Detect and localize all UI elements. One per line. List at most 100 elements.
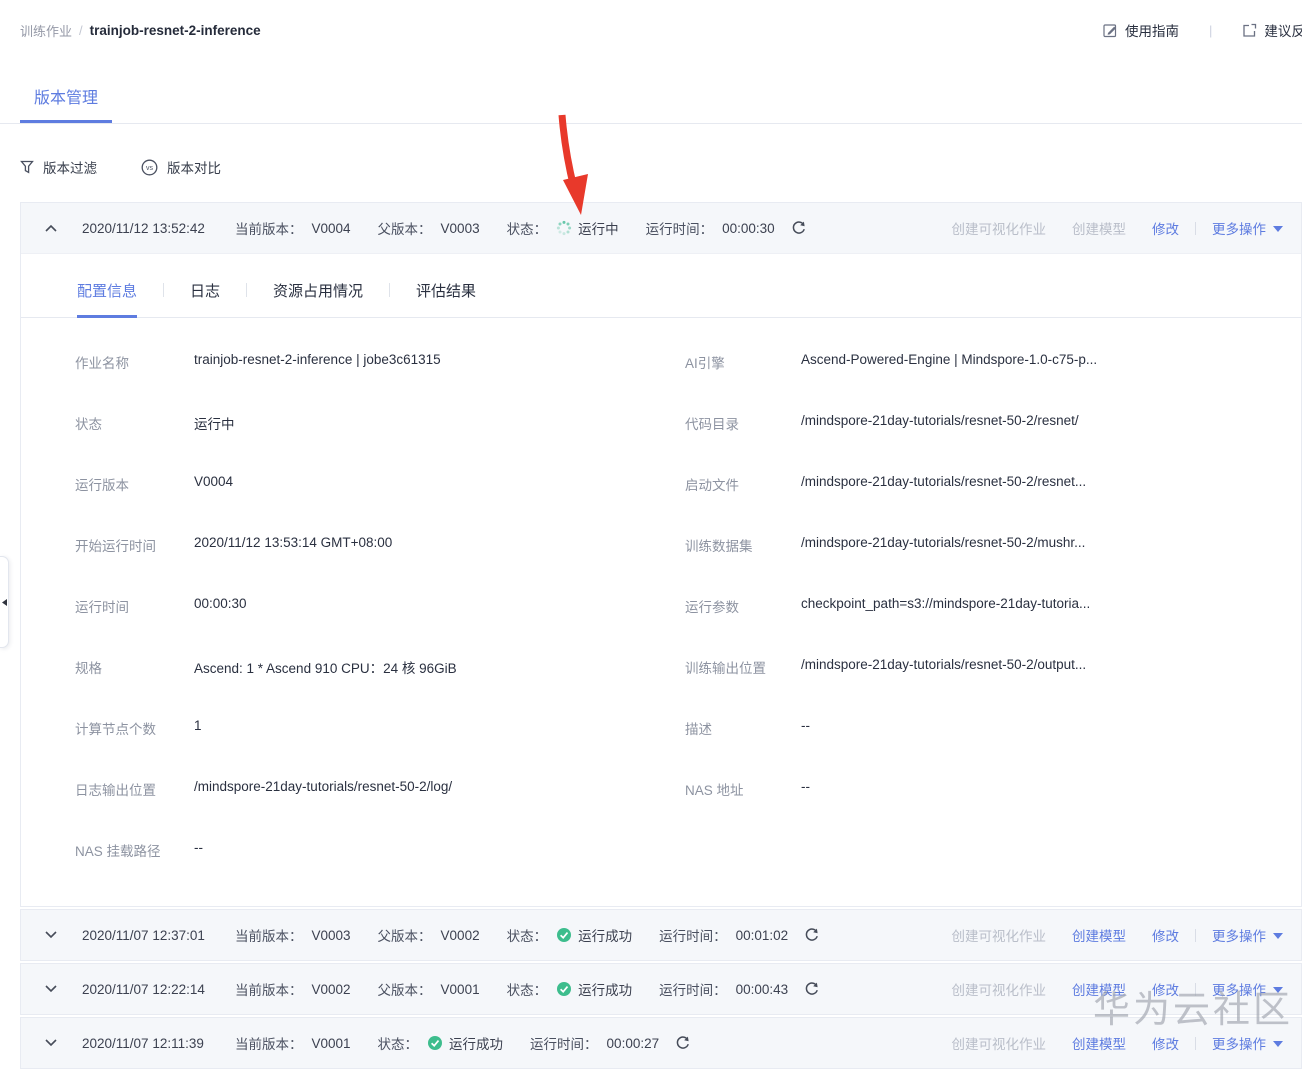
status-text: 运行中: [578, 222, 619, 237]
actions-divider: [1195, 928, 1196, 942]
expand-chevron-down-icon[interactable]: [44, 1037, 59, 1049]
success-check-icon: [427, 1035, 443, 1051]
refresh-icon[interactable]: [675, 1035, 691, 1051]
usage-guide-link[interactable]: 使用指南: [1103, 20, 1179, 40]
version-actions: 创建可视化作业 创建模型 修改 更多操作: [926, 1033, 1283, 1053]
create-model-button[interactable]: 创建模型: [1072, 1033, 1126, 1053]
chevron-down-icon: [1273, 933, 1283, 939]
feedback-link[interactable]: 建议反馈: [1242, 20, 1302, 40]
chevron-down-icon: [1273, 1041, 1283, 1047]
ai-engine-value: Ascend-Powered-Engine | Mindspore-1.0-c7…: [801, 352, 1098, 367]
status-text: 运行成功: [449, 1037, 504, 1052]
create-model-button[interactable]: 创建模型: [1072, 218, 1126, 238]
create-model-button[interactable]: 创建模型: [1072, 979, 1126, 999]
version-row-header: 2020/11/12 13:52:42 当前版本： V0004 父版本： V0003…: [21, 203, 1301, 253]
breadcrumb-current: trainjob-resnet-2-inference: [89, 23, 261, 38]
version-row-header: 2020/11/07 12:22:14 当前版本： V0002 父版本： V0001…: [21, 964, 1301, 1014]
svg-text:vs: vs: [146, 165, 154, 172]
create-visual-job-button[interactable]: 创建可视化作业: [952, 1033, 1047, 1053]
dataset-value: /mindspore-21day-tutorials/resnet-50-2/m…: [801, 535, 1086, 550]
more-actions-dropdown[interactable]: 更多操作: [1212, 1033, 1283, 1053]
actions-divider: [1195, 1036, 1196, 1050]
top-links-separator: |: [1209, 22, 1213, 38]
modify-button[interactable]: 修改: [1152, 1033, 1179, 1053]
log-path-value: /mindspore-21day-tutorials/resnet-50-2/l…: [194, 779, 453, 794]
version-timestamp: 2020/11/07 12:22:14: [82, 981, 205, 997]
version-compare-button[interactable]: vs 版本对比: [141, 157, 221, 177]
modify-button[interactable]: 修改: [1152, 925, 1179, 945]
filter-funnel-icon: [20, 160, 34, 174]
parent-version-value: V0003: [440, 220, 480, 236]
version-actions: 创建可视化作业 创建模型 修改 更多操作: [926, 218, 1283, 238]
current-version-value: V0004: [311, 220, 351, 236]
version-filter-button[interactable]: 版本过滤: [20, 157, 97, 177]
status-text: 运行成功: [578, 983, 633, 998]
success-check-icon: [556, 981, 572, 997]
chevron-left-icon: [1, 598, 7, 606]
tab-config-info[interactable]: 配置信息: [77, 280, 138, 318]
nas-mount-value: --: [194, 840, 203, 855]
version-toolbar: 版本过滤 vs 版本对比: [20, 157, 1302, 177]
chevron-down-icon: [1273, 226, 1283, 232]
collapse-chevron-up-icon[interactable]: [44, 222, 59, 234]
breadcrumb-parent-link[interactable]: 训练作业: [20, 21, 72, 40]
version-actions: 创建可视化作业 创建模型 修改 更多操作: [926, 979, 1283, 999]
run-version-value: V0004: [194, 474, 234, 489]
duration-value: 00:00:30: [722, 220, 775, 236]
expand-chevron-down-icon[interactable]: [44, 929, 59, 941]
version-item-v0003: 2020/11/07 12:37:01 当前版本： V0003 父版本： V0002…: [20, 909, 1302, 961]
config-grid: 作业名称 trainjob-resnet-2-inference | jobe3c…: [21, 318, 1301, 906]
version-row-header: 2020/11/07 12:37:01 当前版本： V0003 父版本： V0002…: [21, 910, 1301, 960]
detail-tab-bar: 配置信息 日志 资源占用情况 评估结果: [21, 254, 1301, 318]
actions-divider: [1195, 221, 1196, 235]
spec-value: Ascend: 1 * Ascend 910 CPU：24 核 96GiB: [194, 661, 457, 676]
run-params-value: checkpoint_path=s3://mindspore-21day-tut…: [801, 596, 1091, 611]
create-visual-job-button[interactable]: 创建可视化作业: [952, 218, 1047, 238]
refresh-icon[interactable]: [804, 981, 820, 997]
feedback-pen-square-icon: [1242, 23, 1257, 38]
guide-doc-pen-icon: [1103, 23, 1118, 38]
tab-logs[interactable]: 日志: [190, 280, 220, 315]
job-name-value: trainjob-resnet-2-inference | jobe3c6131…: [194, 352, 441, 367]
refresh-icon[interactable]: [791, 220, 807, 236]
top-links: 使用指南 | 建议反馈: [1103, 20, 1302, 40]
run-duration-value: 00:00:30: [194, 596, 247, 611]
more-actions-dropdown[interactable]: 更多操作: [1212, 925, 1283, 945]
tab-version-management[interactable]: 版本管理: [20, 80, 113, 123]
breadcrumb: 训练作业 / trainjob-resnet-2-inference: [20, 21, 261, 40]
page-tab-bar: 版本管理: [0, 80, 1302, 124]
output-path-value: /mindspore-21day-tutorials/resnet-50-2/o…: [801, 657, 1087, 672]
version-timestamp: 2020/11/12 13:52:42: [82, 220, 205, 236]
tab-evaluation-result[interactable]: 评估结果: [416, 280, 476, 315]
create-visual-job-button[interactable]: 创建可视化作业: [952, 979, 1047, 999]
status-text: 运行成功: [578, 929, 633, 944]
success-check-icon: [556, 927, 572, 943]
expand-chevron-down-icon[interactable]: [44, 983, 59, 995]
version-item-v0001: 2020/11/07 12:11:39 当前版本： V0001 状态： 运行成功 …: [20, 1017, 1302, 1069]
refresh-icon[interactable]: [804, 927, 820, 943]
version-actions: 创建可视化作业 创建模型 修改 更多操作: [926, 925, 1283, 945]
chevron-down-icon: [1273, 987, 1283, 993]
boot-file-value: /mindspore-21day-tutorials/resnet-50-2/r…: [801, 474, 1087, 489]
version-row-header: 2020/11/07 12:11:39 当前版本： V0001 状态： 运行成功 …: [21, 1018, 1301, 1068]
version-item-v0002: 2020/11/07 12:22:14 当前版本： V0002 父版本： V0001…: [20, 963, 1302, 1015]
code-dir-value: /mindspore-21day-tutorials/resnet-50-2/r…: [801, 413, 1079, 428]
more-actions-dropdown[interactable]: 更多操作: [1212, 218, 1283, 238]
running-spinner-icon: [556, 220, 572, 236]
version-list: 2020/11/12 13:52:42 当前版本： V0004 父版本： V0003…: [20, 202, 1302, 1069]
vs-circle-icon: vs: [141, 159, 158, 176]
version-item-v0004: 2020/11/12 13:52:42 当前版本： V0004 父版本： V0003…: [20, 202, 1302, 907]
side-drawer-handle[interactable]: [0, 556, 9, 648]
actions-divider: [1195, 982, 1196, 996]
modify-button[interactable]: 修改: [1152, 979, 1179, 999]
more-actions-dropdown[interactable]: 更多操作: [1212, 979, 1283, 999]
create-visual-job-button[interactable]: 创建可视化作业: [952, 925, 1047, 945]
version-detail-panel: 配置信息 日志 资源占用情况 评估结果 作业名称 trainjob-resnet-…: [21, 253, 1301, 906]
version-timestamp: 2020/11/07 12:37:01: [82, 927, 205, 943]
top-bar: 训练作业 / trainjob-resnet-2-inference 使用指南 …: [0, 0, 1302, 46]
modify-button[interactable]: 修改: [1152, 218, 1179, 238]
description-value: --: [801, 718, 810, 733]
create-model-button[interactable]: 创建模型: [1072, 925, 1126, 945]
status-value: 运行中: [194, 417, 235, 432]
tab-resource-usage[interactable]: 资源占用情况: [273, 280, 363, 315]
